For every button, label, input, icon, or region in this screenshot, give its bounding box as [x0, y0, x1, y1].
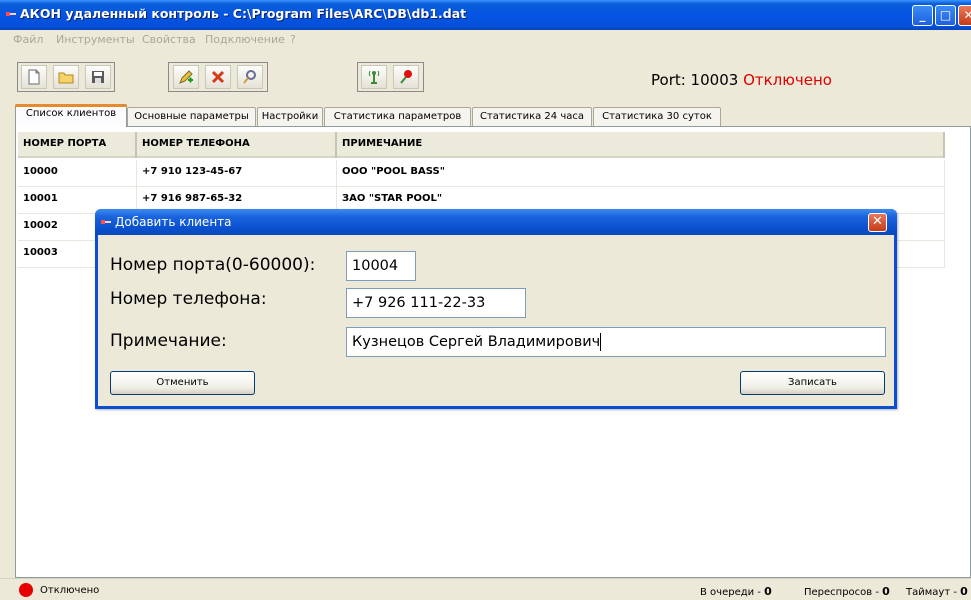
menu-properties[interactable]: Свойства: [142, 33, 196, 46]
new-file-button[interactable]: [21, 65, 47, 89]
connect-button[interactable]: [361, 65, 387, 89]
app-plug-icon: [6, 12, 16, 16]
port-status: Port: 10003 Отключено: [651, 71, 832, 89]
timeout-label: Таймаут -: [906, 587, 961, 598]
toolbar: Port: 10003 Отключено: [0, 50, 971, 102]
status-bar: Отключено В очереди - 0 Переспросов - 0 …: [0, 578, 971, 600]
add-client-dialog: Добавить клиента ✕ Номер порта(0-60000):…: [95, 209, 897, 409]
new-file-icon: [28, 69, 40, 85]
menu-tools[interactable]: Инструменты: [56, 33, 135, 46]
phone-number-label: Номер телефона:: [110, 289, 267, 309]
text-cursor: [600, 333, 602, 351]
disconnect-button[interactable]: [393, 65, 419, 89]
save-file-button[interactable]: [85, 65, 111, 89]
open-file-button[interactable]: [53, 65, 79, 89]
tab-parameter-statistics[interactable]: Статистика параметров: [324, 107, 471, 126]
port-number-input[interactable]: 10004: [346, 251, 416, 281]
tab-client-list[interactable]: Список клиентов: [15, 104, 127, 127]
add-pencil-icon: [179, 70, 193, 84]
queue-counter: В очереди - 0: [700, 585, 772, 598]
column-header-note[interactable]: ПРИМЕЧАНИЕ: [337, 132, 945, 158]
disconnect-pin-icon: [400, 70, 412, 84]
cell-phone: +7 910 123-45-67: [137, 160, 337, 187]
retries-value: 0: [882, 585, 890, 598]
note-label: Примечание:: [110, 331, 227, 351]
queue-value: 0: [764, 585, 772, 598]
add-client-button[interactable]: [173, 65, 199, 89]
cell-note: ООО "POOL BASS": [337, 160, 945, 187]
note-value: Кузнецов Сергей Владимирович: [352, 334, 601, 350]
dialog-title: Добавить клиента: [115, 215, 232, 229]
window-title: АКОН удаленный контроль - C:\Program Fil…: [20, 6, 467, 21]
status-connection: Отключено: [40, 585, 100, 596]
menu-help[interactable]: ?: [290, 33, 296, 46]
connection-status-dot-icon: [19, 583, 33, 597]
port-number-label: Номер порта(0-60000):: [110, 255, 316, 275]
connection-button-group: [357, 62, 424, 92]
timeout-counter: Таймаут - 0: [906, 585, 968, 598]
tab-statistics-24-hours[interactable]: Статистика 24 часа: [472, 107, 592, 126]
save-disk-icon: [92, 71, 104, 83]
menu-file[interactable]: Файл: [13, 33, 43, 46]
menu-bar: Файл Инструменты Свойства Подключение ?: [0, 30, 971, 50]
magnifier-icon: [243, 70, 256, 84]
open-folder-icon: [58, 72, 74, 84]
antenna-icon: [368, 70, 380, 84]
table-row[interactable]: 10000 +7 910 123-45-67 ООО "POOL BASS": [18, 160, 945, 187]
timeout-value: 0: [960, 585, 968, 598]
maximize-button[interactable]: □: [935, 5, 956, 26]
retries-counter: Переспросов - 0: [804, 585, 890, 598]
dialog-close-button[interactable]: ✕: [868, 213, 887, 232]
delete-client-button[interactable]: [205, 65, 231, 89]
queue-label: В очереди -: [700, 587, 765, 598]
delete-x-icon: [211, 70, 225, 84]
menu-connection[interactable]: Подключение: [205, 33, 285, 46]
column-header-port[interactable]: НОМЕР ПОРТА: [18, 132, 137, 158]
connection-status-label: Отключено: [743, 71, 832, 89]
minimize-button[interactable]: _: [912, 5, 933, 26]
table-header: НОМЕР ПОРТА НОМЕР ТЕЛЕФОНА ПРИМЕЧАНИЕ: [18, 132, 945, 158]
tab-settings[interactable]: Настройки: [257, 107, 323, 126]
current-port-label: Port: 10003: [651, 71, 739, 89]
window-titlebar[interactable]: АКОН удаленный контроль - C:\Program Fil…: [0, 0, 971, 30]
save-button[interactable]: Записать: [740, 371, 885, 395]
dialog-plug-icon: [101, 220, 111, 224]
close-window-button[interactable]: ✕: [958, 5, 971, 26]
column-header-phone[interactable]: НОМЕР ТЕЛЕФОНА: [137, 132, 337, 158]
tab-main-parameters[interactable]: Основные параметры: [127, 107, 256, 126]
phone-number-input[interactable]: +7 926 111-22-33: [346, 288, 526, 318]
file-button-group: [17, 62, 115, 92]
retries-label: Переспросов -: [804, 587, 883, 598]
cell-port: 10000: [18, 160, 137, 187]
note-input[interactable]: Кузнецов Сергей Владимирович: [346, 327, 886, 357]
client-button-group: [168, 62, 268, 92]
cancel-button[interactable]: Отменить: [110, 371, 255, 395]
find-client-button[interactable]: [237, 65, 263, 89]
dialog-titlebar[interactable]: Добавить клиента ✕: [95, 209, 897, 235]
tab-statistics-30-days[interactable]: Статистика 30 суток: [593, 107, 721, 126]
